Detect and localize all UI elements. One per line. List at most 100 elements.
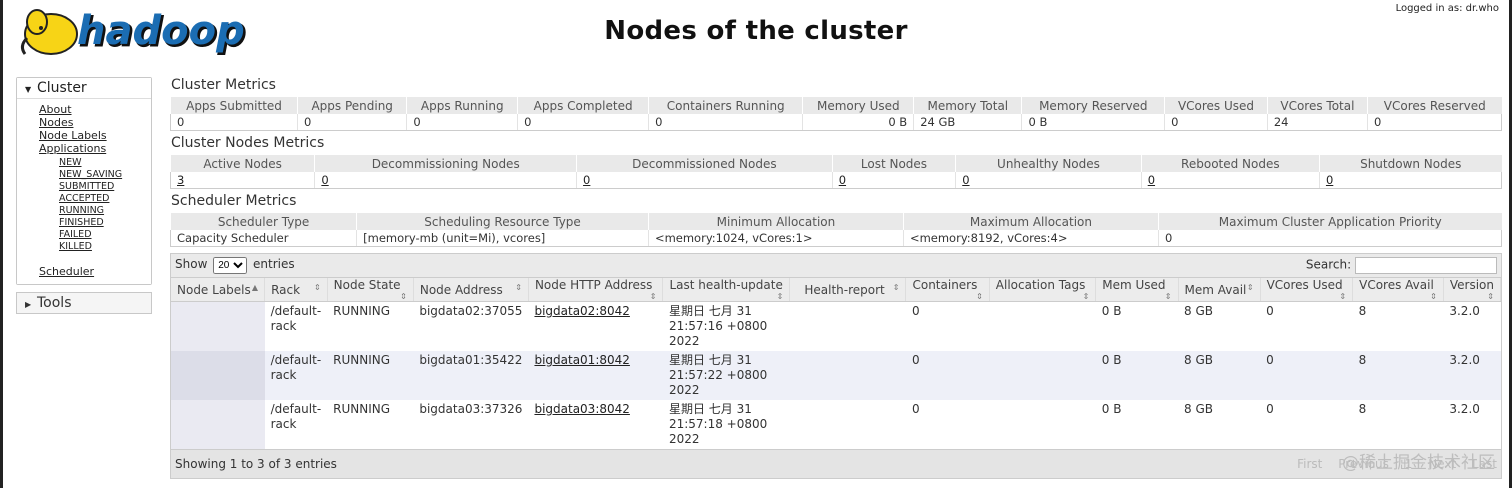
metric-header: Lost Nodes [831,155,956,172]
col-vcores-used[interactable]: VCores Used ⇕ [1260,278,1354,302]
decommissioned-nodes-link[interactable]: 0 [583,173,590,187]
metric-value: 0 [406,114,518,131]
cell-version: 3.2.0 [1443,301,1501,351]
sort-icon: ⇕ [892,282,900,292]
cell-mem-avail: 8 GB [1178,301,1261,351]
sort-icon: ⇕ [1082,292,1090,301]
nav-app-running[interactable]: RUNNING [59,205,104,216]
cell-last-health-update: 星期日 七月 31 21:57:16 +0800 2022 [662,301,790,351]
cell-containers: 0 [905,400,990,449]
nav-app-failed[interactable]: FAILED [59,229,92,240]
col-containers[interactable]: Containers ⇕ [905,278,990,302]
node-http-link[interactable]: bigdata03:8042 [534,402,629,416]
nav-app-finished[interactable]: FINISHED [59,217,104,228]
nav-app-submitted[interactable]: SUBMITTED [59,181,114,192]
active-nodes-link[interactable]: 3 [177,173,184,187]
metric-value: 0 [297,114,407,131]
col-node-address[interactable]: Node Address ⇕ [413,278,529,302]
sidebar: ▼ Cluster About Nodes Node Labels Applica… [16,77,152,314]
metric-value: 24 GB [913,114,1022,131]
cell-node-address: bigdata01:35422 [413,351,529,400]
col-mem-avail[interactable]: Mem Avail ⇕ [1178,278,1261,302]
entries-label: entries [253,257,295,271]
cell-last-health-update: 星期日 七月 31 21:57:22 +0800 2022 [662,351,790,400]
col-node-http-address[interactable]: Node HTTP Address ⇕ [528,278,664,302]
rebooted-nodes-link[interactable]: 0 [1148,173,1155,187]
metric-value: Capacity Scheduler [169,230,357,247]
metric-value: 0 [1367,114,1502,131]
cell-node-address: bigdata03:37326 [413,400,529,449]
cell-allocation-tags [989,301,1096,351]
nav-applications[interactable]: Applications [39,142,106,155]
scheduler-metrics-table: Scheduler Type Scheduling Resource Type … [169,213,1503,247]
sort-icon: ⇕ [976,292,983,301]
metric-header: Apps Submitted [169,97,298,114]
metric-header: Unhealthy Nodes [955,155,1142,172]
decommissioning-nodes-link[interactable]: 0 [321,173,328,187]
sort-asc-icon: ▲ [251,282,259,292]
cell-rack: /default-rack [264,400,328,449]
cell-vcores-used: 0 [1260,301,1353,351]
metric-value: [memory-mb (unit=Mi), vcores] [356,230,649,247]
nav-about[interactable]: About [39,103,72,116]
col-node-state[interactable]: Node State ⇕ [327,278,414,302]
nav-scheduler[interactable]: Scheduler [39,265,94,278]
metric-value: 0 [1164,114,1268,131]
nav-app-new-saving[interactable]: NEW_SAVING [59,169,122,180]
col-health-report[interactable]: Health-report ⇕ [789,278,907,302]
metric-header: Containers Running [648,97,803,114]
node-http-link[interactable]: bigdata01:8042 [534,353,629,367]
nodes-table: Node Labels ▲ Rack ⇕ Node State ⇕ Node Addr… [171,278,1502,449]
metric-value: 24 [1266,114,1368,131]
metric-header: Apps Pending [297,97,407,114]
col-mem-used[interactable]: Mem Used ⇕ [1095,278,1179,302]
nav-node-labels[interactable]: Node Labels [39,129,107,142]
unhealthy-nodes-link[interactable]: 0 [962,173,969,187]
metric-value: <memory:8192, vCores:4> [902,230,1159,247]
metric-header: Shutdown Nodes [1318,155,1502,172]
cell-vcores-avail: 8 [1352,301,1444,351]
cluster-metrics-table: Apps Submitted Apps Pending Apps Running… [169,97,1502,131]
sort-icon: ⇕ [776,292,784,301]
cell-mem-used: 0 B [1095,351,1178,400]
metric-header: VCores Used [1164,97,1268,114]
cluster-menu-header[interactable]: ▼ Cluster [17,78,151,99]
sort-icon: ⇕ [1339,292,1347,301]
cell-allocation-tags [989,351,1096,400]
cell-containers: 0 [905,351,990,400]
nav-nodes[interactable]: Nodes [39,116,73,129]
metric-header: Maximum Cluster Application Priority [1157,213,1502,230]
search-control: Search: [1306,257,1497,274]
col-rack[interactable]: Rack ⇕ [264,278,328,302]
col-allocation-tags[interactable]: Allocation Tags ⇕ [989,278,1097,302]
shutdown-nodes-link[interactable]: 0 [1326,173,1333,187]
sort-icon: ⇕ [515,282,522,292]
metric-header: VCores Total [1266,97,1368,114]
col-version[interactable]: Version ⇕ [1443,278,1502,302]
metric-header: Memory Used [802,97,914,114]
lost-nodes-link[interactable]: 0 [839,173,846,187]
metric-value: 0 [648,114,803,131]
nav-app-accepted[interactable]: ACCEPTED [59,193,109,204]
page-length-select[interactable]: 20 [213,257,248,274]
search-input[interactable] [1355,257,1497,274]
col-vcores-avail[interactable]: VCores Avail ⇕ [1352,278,1444,302]
cell-node-labels [171,400,265,449]
page-title: Nodes of the cluster [604,16,908,46]
cell-vcores-used: 0 [1260,351,1353,400]
cell-mem-avail: 8 GB [1178,351,1261,400]
cell-allocation-tags [989,400,1096,449]
table-row: /default-rack RUNNING bigdata01:35422 bi… [171,351,1501,400]
tools-label: Tools [37,295,72,311]
scheduler-metrics-title: Scheduler Metrics [171,193,297,209]
col-node-labels[interactable]: Node Labels ▲ [171,278,266,302]
first-page-button[interactable]: First [1297,457,1322,471]
tools-menu-header[interactable]: ▶ Tools [16,292,152,314]
metric-header: Scheduler Type [169,213,357,230]
col-last-health-update[interactable]: Last health-update ⇕ [662,278,791,302]
metric-value: 0 [169,114,298,131]
sort-icon: ⇕ [1430,292,1437,301]
node-http-link[interactable]: bigdata02:8042 [534,304,629,318]
nav-app-killed[interactable]: KILLED [59,241,92,252]
nav-app-new[interactable]: NEW [59,157,82,168]
